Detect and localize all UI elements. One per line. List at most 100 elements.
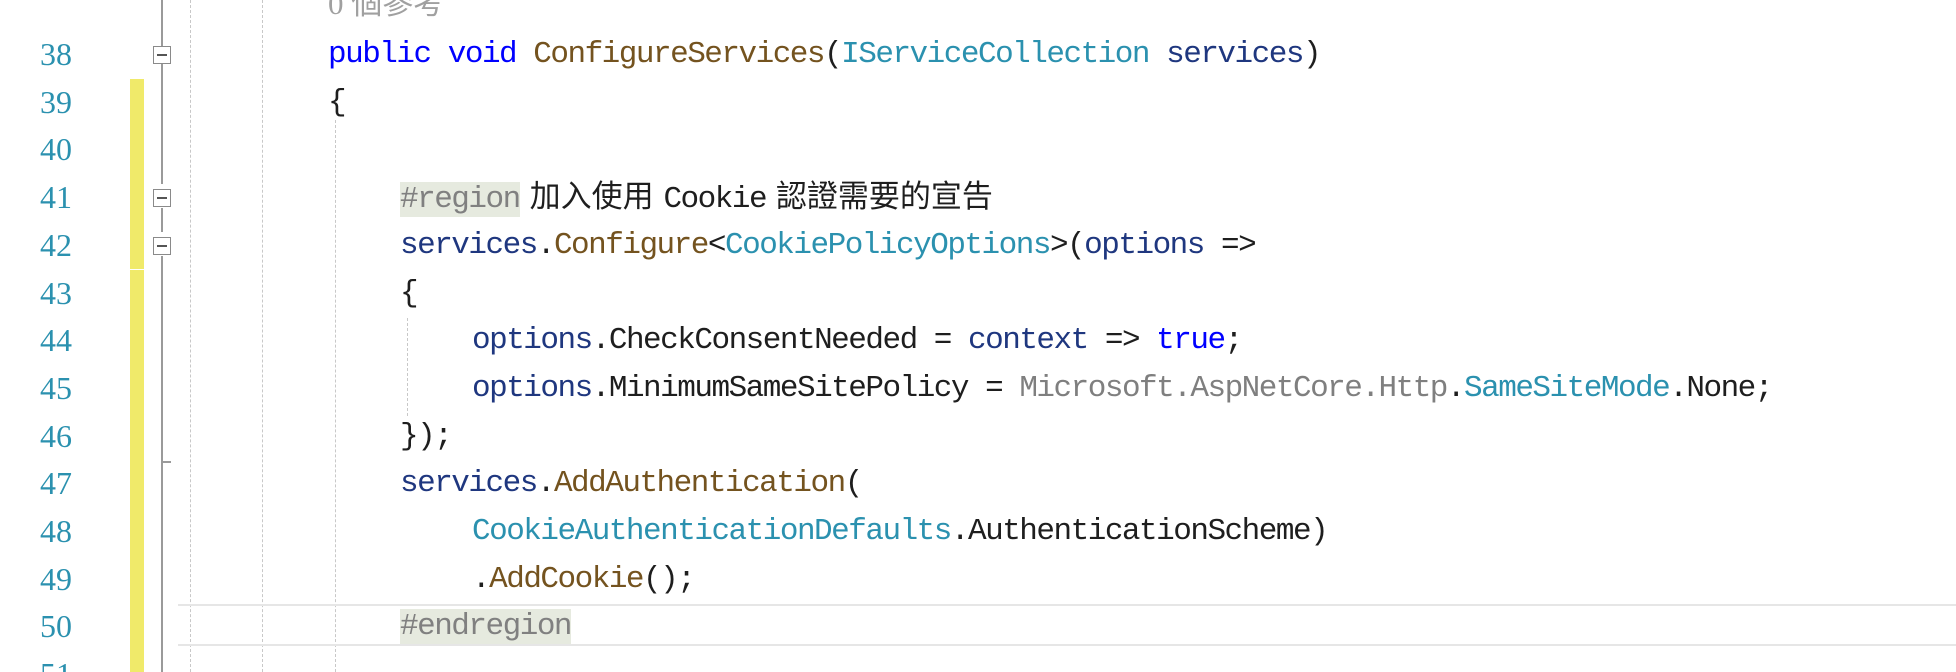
code-token-type: IServiceCollection [841, 37, 1150, 72]
code-token-param: options [472, 323, 593, 359]
collapse-toggle-icon[interactable] [153, 189, 171, 207]
line-number: 41 [40, 179, 72, 216]
change-indicator-bar [130, 269, 144, 318]
code-token-punct: Cookie [663, 182, 767, 218]
code-token-punct: .None; [1669, 370, 1773, 406]
change-indicator-bar [130, 603, 144, 652]
code-token-punct: }); [400, 418, 453, 454]
codelens-reference-hint[interactable]: 0 個參考 [328, 0, 444, 28]
code-line[interactable]: 49 .AddCookie(); [0, 555, 1956, 604]
code-line[interactable]: 39 { [0, 78, 1956, 127]
code-token-param: context [968, 323, 1089, 359]
line-number: 40 [40, 131, 72, 168]
code-token-punct: ; [1224, 323, 1244, 359]
change-indicator-bar [130, 460, 144, 508]
collapse-toggle-icon[interactable] [153, 237, 171, 255]
line-number: 47 [40, 465, 72, 502]
code-token-prop: MinimumSameSitePolicy [608, 370, 970, 406]
code-text[interactable]: #endregion [400, 603, 573, 651]
code-token-punct: (); [643, 561, 696, 597]
code-text[interactable]: options.MinimumSameSitePolicy = Microsof… [472, 365, 1773, 413]
code-line[interactable]: 41 #region 加入使用 Cookie 認證需要的宣告 [0, 174, 1956, 222]
code-token-punct: ( [824, 37, 843, 72]
code-token-punct: < [707, 227, 727, 263]
code-text[interactable]: .AddCookie(); [472, 556, 696, 604]
code-token-punct: { [400, 275, 419, 311]
line-number: 46 [40, 417, 72, 454]
code-line[interactable]: 46}); [0, 412, 1956, 461]
code-token-punct: . [1446, 370, 1466, 406]
code-token-punct: => [1087, 323, 1157, 359]
code-token-punct [1149, 37, 1166, 72]
change-indicator-bar [130, 508, 144, 556]
collapse-toggle-icon[interactable] [153, 46, 171, 64]
line-number: 49 [40, 560, 72, 597]
code-token-punct: ) [1310, 514, 1329, 549]
code-text[interactable]: #region 加入使用 Cookie 認證需要的宣告 [400, 174, 993, 224]
code-token-punct: => [1203, 227, 1257, 263]
code-line[interactable]: 48 CookieAuthenticationDefaults.Authentic… [0, 508, 1956, 556]
code-token-param: services [400, 466, 538, 502]
code-token-type: CookiePolicyOptions [724, 227, 1051, 263]
code-line[interactable]: 43 { [0, 269, 1956, 318]
code-token-punct: >( [1049, 227, 1086, 263]
code-token-kw: true [1156, 323, 1226, 359]
code-text[interactable]: CookieAuthenticationDefaults.Authenticat… [472, 508, 1329, 556]
line-number: 50 [40, 608, 72, 645]
change-indicator-bar [130, 221, 144, 270]
code-line[interactable]: 45 options.MinimumSameSitePolicy = Micros… [0, 364, 1956, 413]
line-number: 42 [40, 226, 72, 263]
line-number: 48 [40, 513, 72, 549]
code-token-punct [431, 37, 448, 72]
change-indicator-bar [130, 174, 144, 222]
code-token-method: Configure [553, 227, 709, 263]
code-token-punct: . [591, 370, 611, 406]
change-indicator-bar [130, 651, 144, 672]
change-indicator-bar [130, 364, 144, 413]
code-token-punct: = [968, 370, 1020, 406]
code-token-param: options [1084, 227, 1205, 263]
code-token-kw: void [447, 37, 518, 72]
code-token-region: #region [400, 182, 521, 218]
code-token-punct [516, 37, 533, 72]
code-token-cjk: 加入使用 [519, 179, 664, 216]
code-text[interactable]: { [328, 79, 347, 127]
code-line[interactable]: 44 options.CheckConsentNeeded = context =… [0, 317, 1956, 365]
change-indicator-bar [130, 412, 144, 461]
code-token-type: CookieAuthenticationDefaults [472, 514, 952, 549]
code-text[interactable]: }); [400, 413, 453, 461]
code-token-param: options [472, 370, 593, 406]
code-token-punct: ) [1302, 37, 1322, 72]
change-indicator-bar [130, 78, 144, 127]
code-token-punct: . [536, 227, 556, 263]
code-line[interactable]: 51 [0, 651, 1956, 672]
code-token-kw: public [328, 37, 432, 72]
code-token-punct: ( [844, 466, 864, 502]
code-token-prop: AuthenticationScheme [968, 514, 1312, 549]
code-token-method: ConfigureServices [533, 37, 825, 72]
code-text[interactable]: services.Configure<CookiePolicyOptions>(… [400, 222, 1257, 270]
code-editor[interactable]: 0 個參考 38 public void ConfigureServices(IS… [0, 0, 1956, 672]
code-token-punct: { [328, 84, 347, 120]
code-token-cjk: 認證需要的宣告 [766, 179, 993, 216]
code-token-punct: = [916, 323, 969, 359]
code-token-region: #endregion [400, 609, 573, 645]
code-text[interactable]: options.CheckConsentNeeded = context => … [472, 317, 1244, 365]
line-number: 45 [40, 369, 72, 406]
code-text[interactable]: public void ConfigureServices(IServiceCo… [328, 31, 1322, 79]
code-token-punct: . [472, 561, 491, 597]
code-text[interactable]: { [400, 270, 419, 318]
change-indicator-bar [130, 317, 144, 365]
line-number: 39 [40, 83, 72, 120]
line-number: 44 [40, 322, 72, 359]
code-text[interactable]: services.AddAuthentication( [400, 460, 864, 508]
code-line[interactable]: 50 #endregion [0, 603, 1956, 652]
code-token-method: AddAuthentication [553, 466, 846, 502]
code-line[interactable]: 42 services.Configure<CookiePolicyOptions… [0, 221, 1956, 270]
line-number: 51 [0, 651, 72, 672]
code-line[interactable]: 38 public void ConfigureServices(IService… [0, 31, 1956, 79]
change-indicator-bar [130, 126, 144, 175]
code-line[interactable]: 40 [0, 126, 1956, 175]
change-indicator-bar [130, 555, 144, 604]
code-line[interactable]: 47 services.AddAuthentication( [0, 460, 1956, 508]
